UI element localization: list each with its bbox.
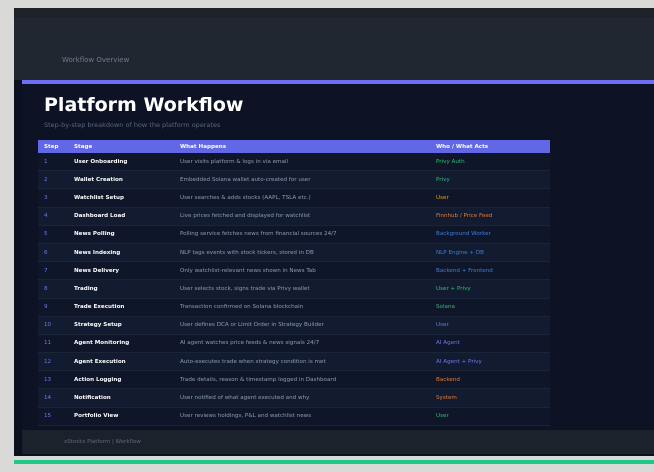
stage-name: Trade Execution bbox=[68, 298, 174, 317]
stage-name: Dashboard Load bbox=[68, 207, 174, 226]
stage-description: User defines DCA or Limit Order in Strat… bbox=[174, 316, 430, 335]
header-step: Step bbox=[38, 140, 68, 153]
step-number: 9 bbox=[38, 298, 68, 317]
stage-name: User Onboarding bbox=[68, 153, 174, 172]
table-row: 2 Wallet Creation Embedded Solana wallet a… bbox=[38, 170, 550, 190]
step-number: 1 bbox=[38, 153, 68, 172]
table-row: 4 Dashboard Load Live prices fetched and d… bbox=[38, 207, 550, 226]
workflow-table: Step Stage What Happens Who / What Acts … bbox=[38, 140, 550, 426]
stage-actor: Finnhub / Price Feed bbox=[430, 207, 550, 226]
stage-actor: User bbox=[430, 188, 550, 208]
step-number: 14 bbox=[38, 388, 68, 408]
stage-description: AI agent watches price feeds & news sign… bbox=[174, 334, 430, 354]
table-row: 1 User Onboarding User visits platform & l… bbox=[38, 153, 550, 172]
stage-actor: NLP Engine + DB bbox=[430, 243, 550, 263]
stage-name: News Polling bbox=[68, 225, 174, 244]
stage-name: Action Logging bbox=[68, 370, 174, 390]
table-row: 12 Agent Execution Auto-executes trade whe… bbox=[38, 352, 550, 372]
header-stage: Stage bbox=[68, 140, 174, 153]
stage-description: User notified of what agent executed and… bbox=[174, 388, 430, 408]
stage-actor: User bbox=[430, 316, 550, 335]
table-row: 5 News Polling Polling service fetches new… bbox=[38, 225, 550, 244]
table-header-row: Step Stage What Happens Who / What Acts bbox=[38, 140, 550, 153]
stage-name: Wallet Creation bbox=[68, 170, 174, 190]
step-number: 3 bbox=[38, 188, 68, 208]
stage-description: User selects stock, signs trade via Priv… bbox=[174, 279, 430, 299]
stage-description: User visits platform & logs in via email bbox=[174, 153, 430, 172]
stage-name: Watchlist Setup bbox=[68, 188, 174, 208]
stage-description: Transaction confirmed on Solana blockcha… bbox=[174, 298, 430, 317]
stage-name: Agent Execution bbox=[68, 352, 174, 372]
workflow-table-body: 1 User Onboarding User visits platform & l… bbox=[38, 153, 550, 426]
stage-name: Notification bbox=[68, 388, 174, 408]
stage-actor: User + Privy bbox=[430, 279, 550, 299]
step-number: 4 bbox=[38, 207, 68, 226]
stage-actor: Privy bbox=[430, 170, 550, 190]
stage-name: News Indexing bbox=[68, 243, 174, 263]
stage-actor: System bbox=[430, 388, 550, 408]
bottom-accent-line bbox=[14, 460, 654, 464]
header-title: Workflow Overview bbox=[62, 56, 130, 64]
stage-actor: Backend bbox=[430, 370, 550, 390]
stage-name: Trading bbox=[68, 279, 174, 299]
stage-description: Polling service fetches news from financ… bbox=[174, 225, 430, 244]
stage-name: Agent Monitoring bbox=[68, 334, 174, 354]
step-number: 11 bbox=[38, 334, 68, 354]
stage-actor: Background Worker bbox=[430, 225, 550, 244]
stage-description: User searches & adds stocks (AAPL, TSLA … bbox=[174, 188, 430, 208]
page-subtitle: Step-by-step breakdown of how the platfo… bbox=[44, 121, 221, 129]
step-number: 6 bbox=[38, 243, 68, 263]
table-row: 8 Trading User selects stock, signs trade … bbox=[38, 279, 550, 299]
step-number: 5 bbox=[38, 225, 68, 244]
table-row: 9 Trade Execution Transaction confirmed on… bbox=[38, 298, 550, 317]
table-row: 7 News Delivery Only watchlist-relevant ne… bbox=[38, 261, 550, 281]
table-row: 10 Strategy Setup User defines DCA or Limi… bbox=[38, 316, 550, 335]
stage-description: Trade details, reason & timestamp logged… bbox=[174, 370, 430, 390]
slide-header-bar: Workflow Overview bbox=[14, 18, 654, 80]
page-title: Platform Workflow bbox=[44, 94, 244, 116]
table-row: 3 Watchlist Setup User searches & adds sto… bbox=[38, 188, 550, 208]
step-number: 8 bbox=[38, 279, 68, 299]
stage-description: Embedded Solana wallet auto-created for … bbox=[174, 170, 430, 190]
stage-name: News Delivery bbox=[68, 261, 174, 281]
stage-name: Portfolio View bbox=[68, 407, 174, 426]
step-number: 13 bbox=[38, 370, 68, 390]
table-row: 11 Agent Monitoring AI agent watches price… bbox=[38, 334, 550, 354]
stage-actor: AI Agent + Privy bbox=[430, 352, 550, 372]
step-number: 7 bbox=[38, 261, 68, 281]
table-row: 15 Portfolio View User reviews holdings, P… bbox=[38, 407, 550, 426]
step-number: 15 bbox=[38, 407, 68, 426]
table-row: 13 Action Logging Trade details, reason & … bbox=[38, 370, 550, 390]
stage-actor: AI Agent bbox=[430, 334, 550, 354]
stage-description: Live prices fetched and displayed for wa… bbox=[174, 207, 430, 226]
slide-footer: xStocks Platform | Workflow bbox=[22, 430, 654, 454]
stage-description: Auto-executes trade when strategy condit… bbox=[174, 352, 430, 372]
header-who-acts: Who / What Acts bbox=[430, 140, 550, 153]
table-row: 14 Notification User notified of what agen… bbox=[38, 388, 550, 408]
step-number: 12 bbox=[38, 352, 68, 372]
stage-description: User reviews holdings, P&L and watchlist… bbox=[174, 407, 430, 426]
window-top-strip bbox=[14, 8, 654, 18]
table-row: 6 News Indexing NLP tags events with stock… bbox=[38, 243, 550, 263]
stage-actor: Backend + Frontend bbox=[430, 261, 550, 281]
stage-description: NLP tags events with stock tickers, stor… bbox=[174, 243, 430, 263]
step-number: 10 bbox=[38, 316, 68, 335]
stage-description: Only watchlist-relevant news shown in Ne… bbox=[174, 261, 430, 281]
stage-name: Strategy Setup bbox=[68, 316, 174, 335]
step-number: 2 bbox=[38, 170, 68, 190]
stage-actor: Privy Auth bbox=[430, 153, 550, 172]
header-what-happens: What Happens bbox=[174, 140, 430, 153]
stage-actor: Solana bbox=[430, 298, 550, 317]
footer-text: xStocks Platform | Workflow bbox=[64, 439, 141, 445]
stage-actor: User bbox=[430, 407, 550, 426]
